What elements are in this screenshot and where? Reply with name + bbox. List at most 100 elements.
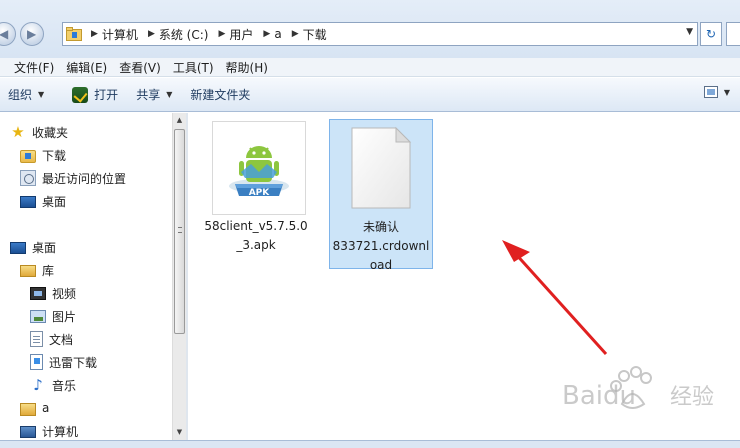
document-icon [30,331,43,347]
recent-places-icon [20,170,36,186]
open-button[interactable]: 打开 [70,83,130,107]
breadcrumb-label: 计算机 [101,27,138,42]
nav-documents[interactable]: 文档 [30,328,73,350]
breadcrumb-system-c[interactable]: ▶ 系统 (C:) [142,23,213,45]
scroll-down-icon[interactable]: ▼ [173,425,186,440]
change-view-button[interactable]: ▼ [703,86,730,98]
breadcrumb-label: 下载 [302,27,327,42]
refresh-icon: ↻ [705,27,717,41]
file-item-apk[interactable]: APK 58client_v5.7.5.0 _3.apk [204,119,308,269]
nav-label: 桌面 [32,240,57,255]
downloads-folder-icon [20,149,36,163]
scroll-up-icon[interactable]: ▲ [173,113,186,128]
organize-button[interactable]: 组织 ▼ [6,83,56,107]
view-icon [703,86,718,98]
menu-tools[interactable]: 工具(T) [167,59,220,76]
forward-arrow-icon: ▶ [27,27,37,41]
file-name-line: oad [369,258,393,272]
nav-label: 计算机 [42,424,79,439]
nav-recent-places[interactable]: 最近访问的位置 [20,167,126,189]
apk-badge-text: APK [249,188,271,198]
address-row: ◀ ▶ ▶ 计算机 ▶ 系统 (C:) ▶ 用户 ▶ a ▶ 下载 ▼ ↻ [0,0,740,58]
nav-label: 音乐 [52,378,77,393]
nav-label: 最近访问的位置 [42,171,127,186]
breadcrumb-label: 系统 (C:) [158,27,209,42]
menu-view[interactable]: 查看(V) [113,59,167,76]
file-item-crdownload[interactable]: 未确认 833721.crdownl oad [329,119,433,272]
grip-icon [178,227,182,233]
star-icon: ★ [11,123,25,141]
new-folder-button[interactable]: 新建文件夹 [188,83,262,107]
shield-check-icon [72,86,89,103]
forward-button[interactable]: ▶ [20,22,44,46]
status-bar [0,440,740,448]
file-name-line: 未确认 [362,220,399,234]
back-button[interactable]: ◀ [0,22,16,46]
nav-thunder-downloads[interactable]: 迅雷下载 [30,351,97,373]
nav-label: 库 [42,263,55,278]
file-name: 58client_v5.7.5.0 _3.apk [204,217,308,255]
nav-computer[interactable]: 计算机 [20,420,78,440]
nav-music[interactable]: ♪ 音乐 [30,374,76,396]
share-label: 共享 [136,88,161,102]
nav-desktop[interactable]: 桌面 [10,236,56,258]
nav-pictures[interactable]: 图片 [30,305,76,327]
breadcrumb-user-a[interactable]: ▶ a [257,23,285,45]
nav-scrollbar[interactable]: ▲ ▼ [172,113,186,440]
nav-videos[interactable]: 视频 [30,282,76,304]
search-input[interactable] [726,22,740,46]
nav-label: 收藏夹 [32,125,69,140]
nav-label: 下载 [42,148,67,163]
nav-label: 桌面 [42,194,67,209]
desktop-icon [10,242,26,254]
apk-android-icon: APK [229,146,289,198]
chevron-down-icon: ▼ [38,90,45,99]
chevron-right-icon: ▶ [218,29,226,39]
chevron-down-icon: ▼ [166,90,173,99]
address-dropdown-icon[interactable]: ▼ [686,27,693,37]
nav-label: 图片 [52,309,77,324]
breadcrumb-users[interactable]: ▶ 用户 [212,23,257,45]
open-label: 打开 [94,88,119,102]
chevron-right-icon: ▶ [291,29,299,39]
nav-label: 视频 [52,286,77,301]
blank-document-icon [351,126,412,209]
menu-edit[interactable]: 编辑(E) [60,59,113,76]
menu-file[interactable]: 文件(F) [8,59,60,76]
address-bar[interactable]: ▶ 计算机 ▶ 系统 (C:) ▶ 用户 ▶ a ▶ 下载 ▼ [62,22,698,46]
breadcrumb-downloads[interactable]: ▶ 下载 [286,23,331,45]
file-name: 未确认 833721.crdownl oad [330,218,432,275]
scroll-thumb[interactable] [174,129,185,334]
picture-icon [30,309,46,323]
user-folder-icon [20,402,36,416]
nav-downloads[interactable]: 下载 [20,144,66,166]
navigation-pane: ★ 收藏夹 下载 最近访问的位置 桌面 桌面 库 视频 图片 文档 迅雷下载 ♪… [0,113,172,440]
breadcrumb-label: 用户 [229,27,254,42]
nav-favorites[interactable]: ★ 收藏夹 [10,121,68,143]
nav-label: 迅雷下载 [49,355,98,370]
music-note-icon: ♪ [33,376,43,394]
nav-libraries[interactable]: 库 [20,259,54,281]
file-thumbnail: APK [212,121,306,215]
file-name-line: 58client_v5.7.5.0 [204,219,308,233]
library-icon [20,265,36,277]
chevron-right-icon: ▶ [263,29,271,39]
menu-help[interactable]: 帮助(H) [220,59,274,76]
nav-desktop-favorite[interactable]: 桌面 [20,190,66,212]
nav-user-folder[interactable]: a [20,397,49,419]
refresh-button[interactable]: ↻ [700,22,722,46]
thunder-download-icon [30,354,43,370]
organize-label: 组织 [8,88,33,102]
file-name-line: _3.apk [236,238,276,252]
breadcrumb-computer[interactable]: ▶ 计算机 [85,23,142,45]
back-arrow-icon: ◀ [0,27,9,41]
desktop-icon [20,196,36,208]
nav-label: a [42,401,50,415]
nav-label: 文档 [49,332,74,347]
folder-icon [63,23,85,45]
file-list-area[interactable]: APK 58client_v5.7.5.0 _3.apk 未确认 833721.… [188,113,740,440]
menu-bar: 文件(F) 编辑(E) 查看(V) 工具(T) 帮助(H) [0,58,740,77]
chevron-right-icon: ▶ [91,29,98,39]
chevron-down-icon: ▼ [723,87,730,97]
share-button[interactable]: 共享 ▼ [134,83,184,107]
